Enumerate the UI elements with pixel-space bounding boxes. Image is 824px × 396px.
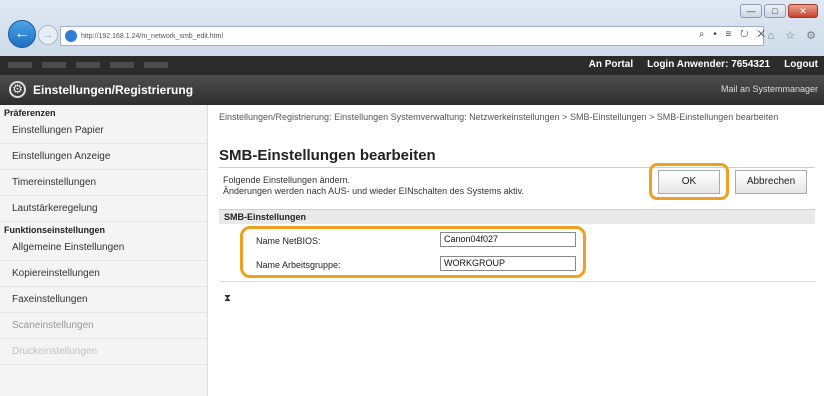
ie-page-icon — [65, 30, 77, 42]
login-label: Login Anwender: — [647, 59, 729, 70]
breadcrumb: Einstellungen/Registrierung: Einstellung… — [219, 112, 779, 122]
fields-highlight-ring — [240, 226, 586, 278]
sidebar-item-scan[interactable]: Scaneinstellungen — [0, 313, 207, 339]
top-bar: An Portal Login Anwender: 7654321 Logout — [0, 56, 824, 75]
sidebar-item-general[interactable]: Allgemeine Einstellungen — [0, 235, 207, 261]
window-controls: — □ ✕ — [740, 4, 818, 18]
logout-link[interactable]: Logout — [784, 59, 818, 70]
settings-title-bar: ⚙ Einstellungen/Registrierung Mail an Sy… — [0, 75, 824, 105]
sidebar-item-display[interactable]: Einstellungen Anzeige — [0, 144, 207, 170]
ok-button[interactable]: OK — [658, 170, 720, 194]
device-name-blurred — [8, 62, 178, 68]
minimize-button[interactable]: — — [740, 4, 762, 18]
section-header: SMB-Einstellungen — [219, 209, 815, 224]
page-header-title: Einstellungen/Registrierung — [33, 83, 194, 97]
description-line-2: Änderungen werden nach AUS- und wieder E… — [223, 186, 524, 196]
maximize-button[interactable]: □ — [764, 4, 786, 18]
sidebar: Präferenzen Einstellungen Papier Einstel… — [0, 105, 208, 396]
page-title: SMB-Einstellungen bearbeiten — [219, 147, 436, 164]
address-bar[interactable]: http://192.168.1.24/m_network_smb_edit.h… — [60, 26, 764, 46]
forward-arrow-icon[interactable]: → — [38, 25, 58, 45]
sidebar-item-timer[interactable]: Timereinstellungen — [0, 170, 207, 196]
cancel-button[interactable]: Abbrechen — [735, 170, 807, 194]
sidebar-section-functions: Funktionseinstellungen — [4, 225, 106, 235]
sidebar-item-fax[interactable]: Faxeinstellungen — [0, 287, 207, 313]
address-tools-icons[interactable]: ⌕ • ≡ ↻ ✕ — [699, 29, 768, 40]
address-url: http://192.168.1.24/m_network_smb_edit.h… — [81, 32, 224, 40]
login-user: 7654321 — [731, 59, 771, 70]
mail-to-admin-link[interactable]: Mail an Systemmanager — [721, 84, 818, 94]
description: Folgende Einstellungen ändern. Änderunge… — [223, 175, 524, 197]
main-content: Einstellungen/Registrierung: Einstellung… — [208, 105, 824, 396]
portal-link[interactable]: An Portal — [589, 59, 633, 70]
sidebar-item-volume[interactable]: Lautstärkeregelung — [0, 196, 207, 222]
description-line-1: Folgende Einstellungen ändern. — [223, 175, 351, 185]
sidebar-item-copy[interactable]: Kopiereinstellungen — [0, 261, 207, 287]
sidebar-item-print[interactable]: Druckeinstellungen — [0, 339, 207, 365]
sidebar-section-preferences: Präferenzen — [4, 108, 56, 118]
close-button[interactable]: ✕ — [788, 4, 818, 18]
back-arrow-icon[interactable]: ← — [8, 20, 36, 48]
browser-chrome: — □ ✕ ← → http://192.168.1.24/m_network_… — [0, 0, 824, 56]
sidebar-item-paper[interactable]: Einstellungen Papier — [0, 118, 207, 144]
settings-gear-icon: ⚙ — [9, 81, 26, 98]
home-star-gear-icons[interactable]: ⌂ ☆ ⚙ — [768, 29, 820, 42]
back-to-top-icon[interactable]: ⧗ — [224, 293, 231, 304]
